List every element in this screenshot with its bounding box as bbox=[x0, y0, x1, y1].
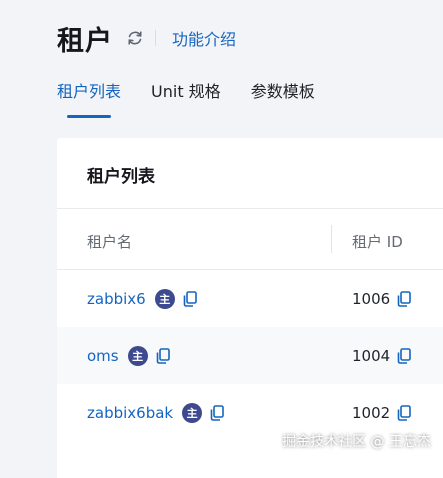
copy-icon[interactable] bbox=[155, 347, 171, 365]
primary-badge: 主 bbox=[182, 402, 203, 423]
tab-tenant-list[interactable]: 租户列表 bbox=[57, 78, 121, 120]
table-row: zabbix6 主 1006 bbox=[57, 270, 443, 327]
copy-icon[interactable] bbox=[396, 404, 412, 422]
watermark: 掘金技术社区 @ 王忘杰 bbox=[282, 434, 431, 450]
table-header: 租户名 租户 ID bbox=[57, 209, 443, 270]
page-title: 租户 bbox=[57, 25, 113, 57]
column-header-name: 租户名 bbox=[87, 233, 133, 251]
tenant-name-cell: zabbix6 主 bbox=[87, 270, 198, 327]
feature-intro-link[interactable]: 功能介绍 bbox=[172, 26, 236, 50]
copy-icon[interactable] bbox=[209, 404, 225, 422]
copy-icon[interactable] bbox=[182, 290, 198, 308]
tenant-id-cell: 1004 bbox=[352, 327, 412, 384]
tab-unit-spec[interactable]: Unit 规格 bbox=[151, 78, 221, 120]
tenant-name-link[interactable]: zabbix6bak bbox=[87, 404, 173, 422]
primary-badge: 主 bbox=[154, 288, 175, 309]
tenant-id-cell: 1006 bbox=[352, 270, 412, 327]
tenant-name-link[interactable]: zabbix6 bbox=[87, 290, 146, 308]
header-divider bbox=[155, 30, 156, 46]
copy-icon[interactable] bbox=[396, 290, 412, 308]
tenant-name-cell: oms 主 bbox=[87, 327, 171, 384]
column-resize-handle[interactable] bbox=[331, 225, 332, 253]
card-title: 租户列表 bbox=[87, 167, 155, 187]
tenant-id: 1004 bbox=[352, 346, 391, 365]
refresh-icon[interactable] bbox=[125, 28, 145, 48]
tenant-id: 1006 bbox=[352, 289, 391, 308]
table-row: oms 主 1004 bbox=[57, 327, 443, 384]
tenant-id: 1002 bbox=[352, 403, 391, 422]
copy-icon[interactable] bbox=[396, 347, 412, 365]
tenant-name-cell: zabbix6bak 主 bbox=[87, 384, 225, 441]
tenant-list-card: 租户列表 租户名 租户 ID zabbix6 主 1006 oms 主 1004… bbox=[57, 138, 443, 478]
tab-param-template[interactable]: 参数模板 bbox=[251, 78, 315, 120]
column-header-id: 租户 ID bbox=[352, 233, 403, 251]
tenant-name-link[interactable]: oms bbox=[87, 347, 119, 365]
page-header: 租户 功能介绍 bbox=[57, 20, 236, 57]
tab-bar: 租户列表 Unit 规格 参数模板 bbox=[57, 78, 345, 120]
primary-badge: 主 bbox=[127, 345, 148, 366]
